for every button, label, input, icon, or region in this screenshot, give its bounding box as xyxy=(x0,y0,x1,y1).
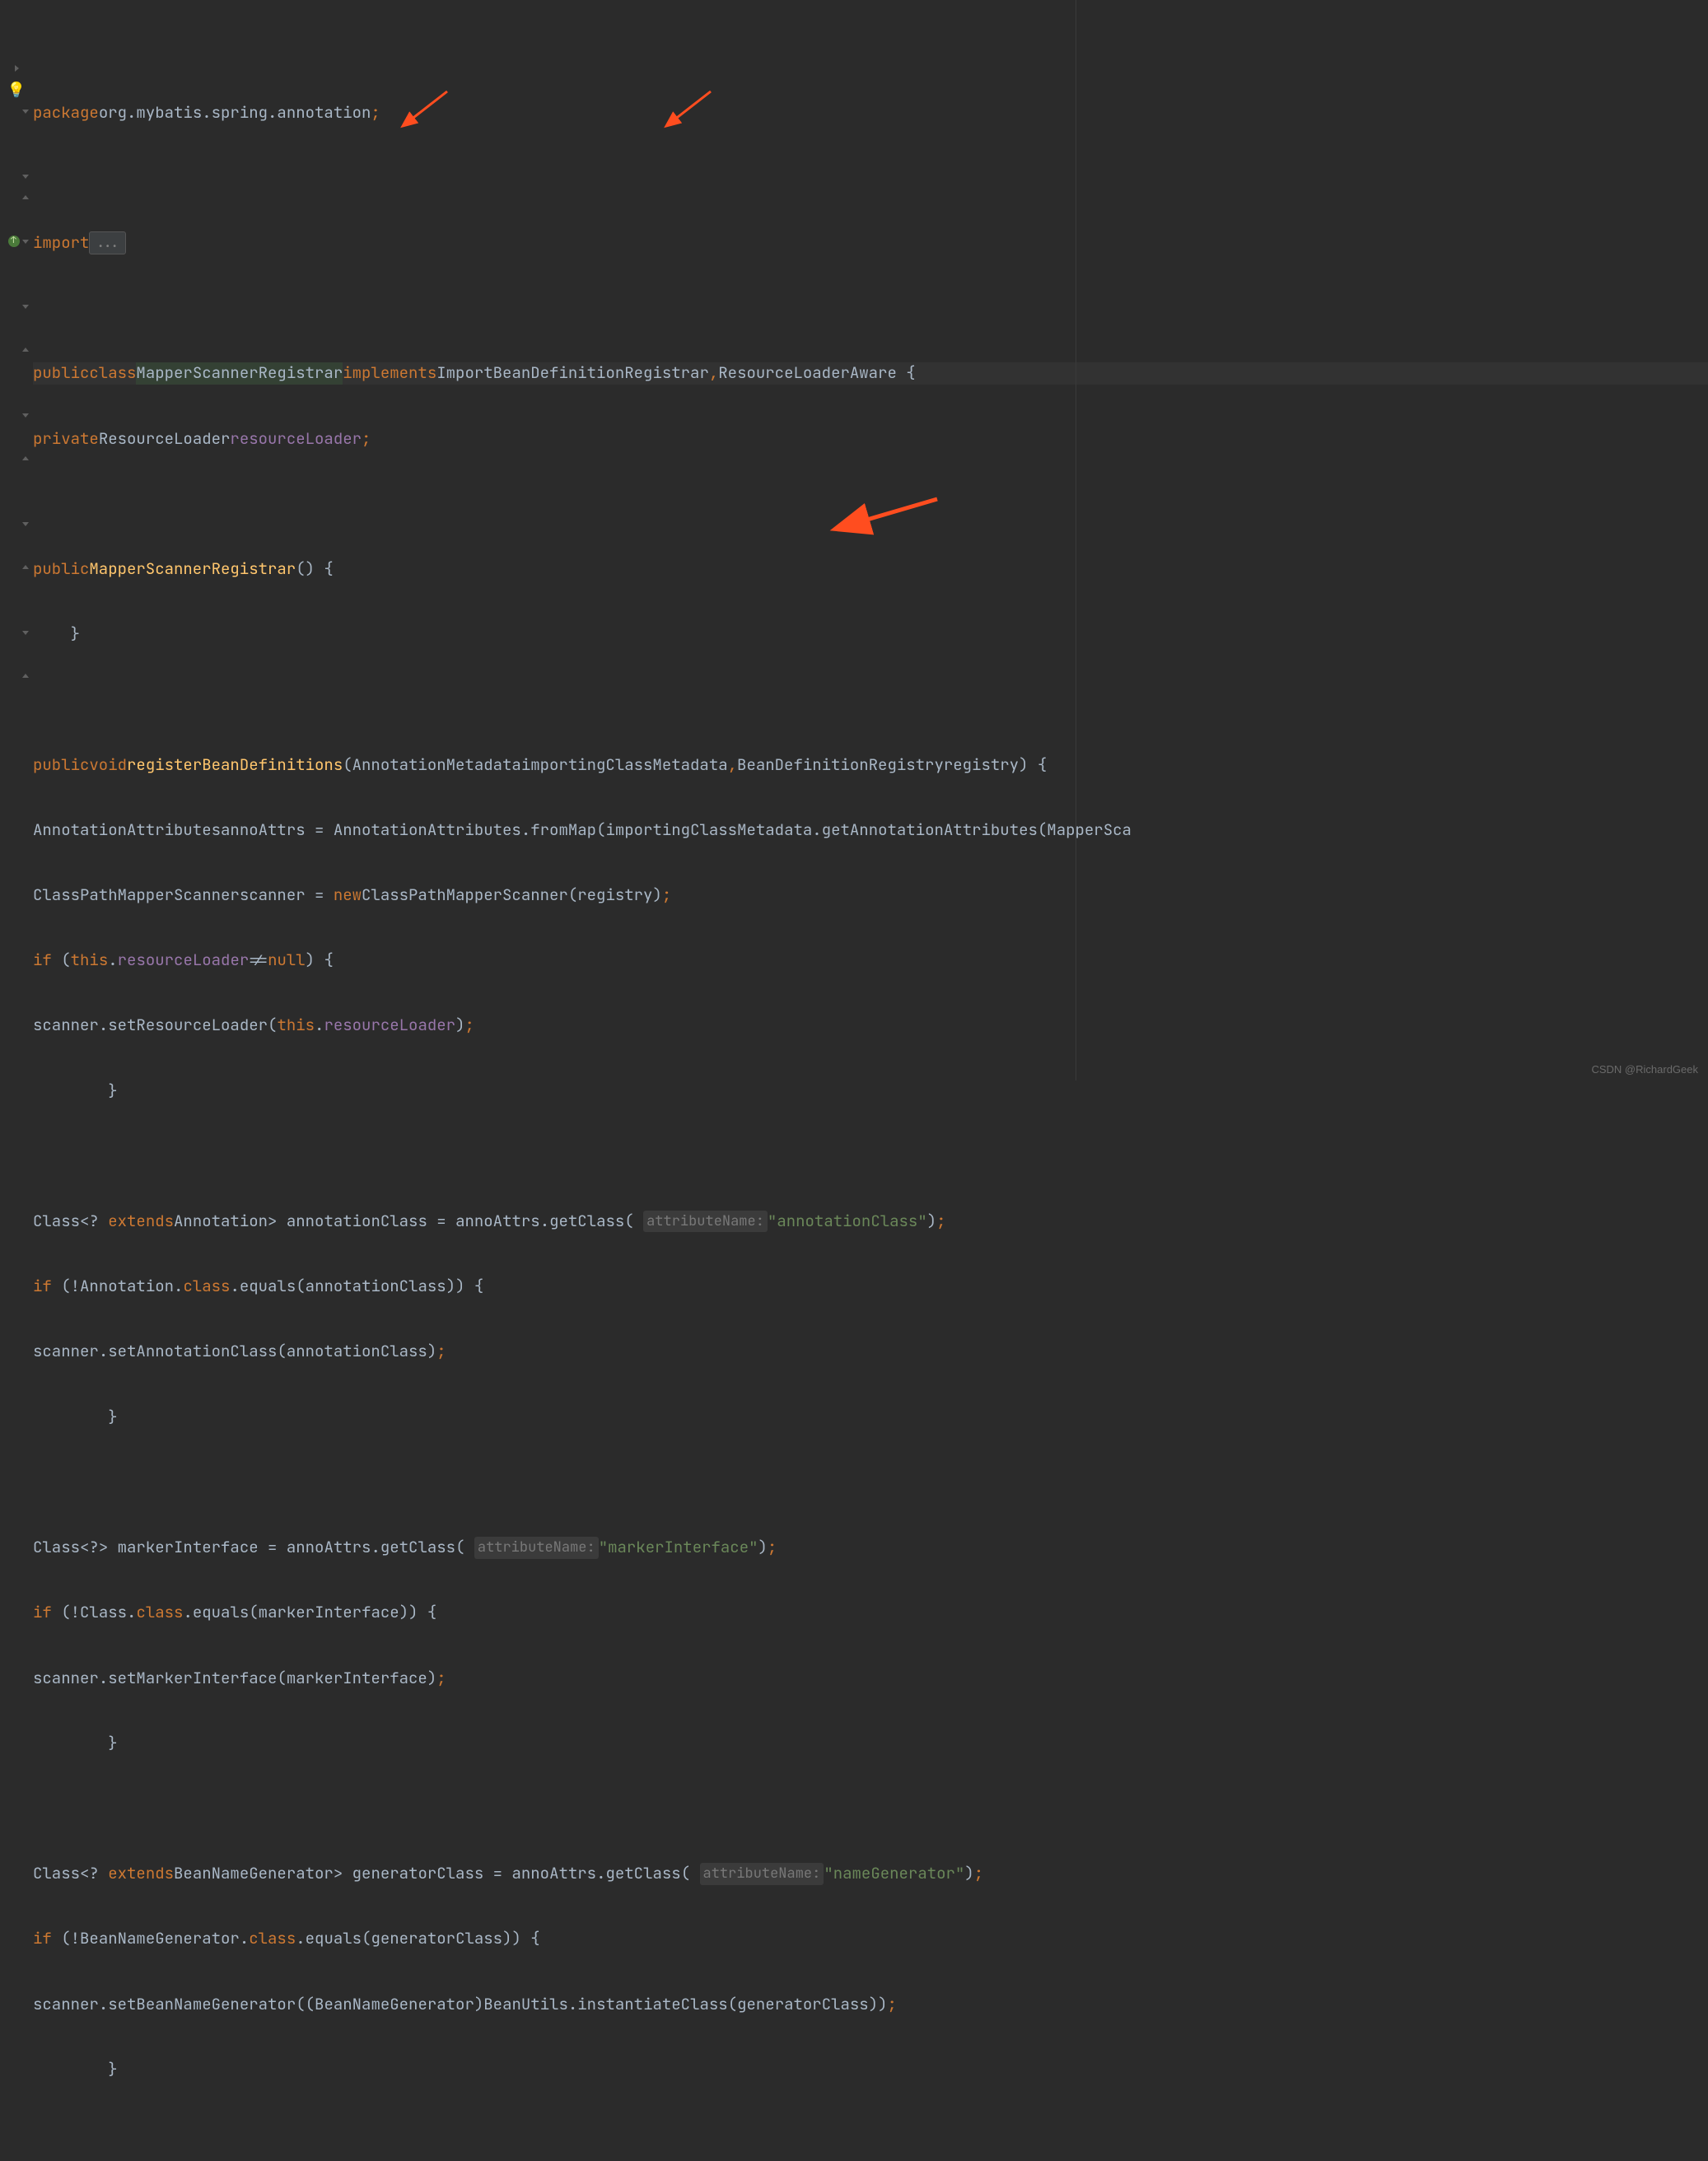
code-line[interactable]: if (!Annotation.class.equals(annotationC… xyxy=(33,1276,1708,1297)
constructor-name: MapperScannerRegistrar xyxy=(89,558,296,580)
keyword-new: new xyxy=(334,884,362,906)
code-line[interactable]: if (!Class.class.equals(markerInterface)… xyxy=(33,1602,1708,1623)
code-line[interactable]: } xyxy=(33,1733,1708,1754)
code-line[interactable]: if (this.resourceLoader != null) { xyxy=(33,950,1708,971)
keyword-implements: implements xyxy=(343,362,436,384)
method-registerbeandefinitions: registerBeanDefinitions xyxy=(127,754,343,776)
code-line[interactable]: import ... xyxy=(33,232,1708,254)
fold-end-if3[interactable] xyxy=(0,557,33,578)
code-line[interactable]: } xyxy=(33,623,1708,645)
code-line[interactable]: if (!BeanNameGenerator.class.equals(gene… xyxy=(33,1928,1708,1949)
fold-toggle-method[interactable] xyxy=(0,231,33,252)
code-line[interactable]: scanner.setMarkerInterface(markerInterfa… xyxy=(33,1668,1708,1689)
code-area[interactable]: package org.mybatis.spring.annotation; i… xyxy=(33,0,1708,1080)
code-line[interactable]: } xyxy=(33,2059,1708,2080)
fold-toggle-if3[interactable] xyxy=(0,513,33,534)
gutter: 💡 xyxy=(0,0,33,1080)
keyword-import: import xyxy=(33,232,89,254)
keyword-class: class xyxy=(89,362,136,384)
code-editor[interactable]: 💡 package org.mybatis.spring.annotation;… xyxy=(0,0,1708,1080)
fold-toggle-ctor[interactable] xyxy=(0,166,33,187)
keyword-package: package xyxy=(33,102,99,124)
keyword-if: if xyxy=(33,950,52,971)
fold-toggle-if4[interactable] xyxy=(0,622,33,643)
code-line[interactable]: public void registerBeanDefinitions(Anno… xyxy=(33,754,1708,776)
code-line[interactable]: AnnotationAttributes annoAttrs = Annotat… xyxy=(33,819,1708,841)
type-resourceloader: ResourceLoader xyxy=(99,428,231,450)
annotation-arrow-3 xyxy=(799,471,945,562)
parameter-hint: attributeName: xyxy=(474,1537,599,1558)
code-line[interactable]: } xyxy=(33,1080,1708,1102)
code-line[interactable]: ClassPathMapperScanner scanner = new Cla… xyxy=(33,884,1708,906)
code-line[interactable]: } xyxy=(33,1407,1708,1428)
code-line[interactable]: private ResourceLoader resourceLoader; xyxy=(33,428,1708,450)
fold-toggle-if2[interactable] xyxy=(0,404,33,426)
field-resourceloader: resourceLoader xyxy=(230,428,362,450)
code-line[interactable]: scanner.setResourceLoader(this.resourceL… xyxy=(33,1015,1708,1036)
parameter-hint: attributeName: xyxy=(700,1863,824,1884)
fold-toggle-class[interactable] xyxy=(0,100,33,122)
code-line[interactable]: Class<?> markerInterface = annoAttrs.get… xyxy=(33,1537,1708,1558)
code-line[interactable]: Class<? extends Annotation> annotationCl… xyxy=(33,1211,1708,1232)
keyword-private: private xyxy=(33,428,99,450)
package-name: org.mybatis.spring.annotation xyxy=(99,102,371,124)
fold-end-if1[interactable] xyxy=(0,339,33,361)
keyword-public: public xyxy=(33,362,89,384)
code-line[interactable]: Class<? extends BeanNameGenerator> gener… xyxy=(33,1863,1708,1884)
parameter-hint: attributeName: xyxy=(643,1211,768,1232)
fold-end-if2[interactable] xyxy=(0,448,33,469)
intention-bulb-icon[interactable]: 💡 xyxy=(0,79,33,100)
interface-2: ResourceLoaderAware xyxy=(718,362,897,384)
class-name: MapperScannerRegistrar xyxy=(136,362,343,384)
fold-end-if4[interactable] xyxy=(0,665,33,687)
fold-toggle-import[interactable] xyxy=(0,58,33,79)
code-line[interactable]: public MapperScannerRegistrar() { xyxy=(33,558,1708,580)
code-line[interactable]: package org.mybatis.spring.annotation; xyxy=(33,102,1708,124)
code-line[interactable]: scanner.setBeanNameGenerator((BeanNameGe… xyxy=(33,1994,1708,2015)
interface-1: ImportBeanDefinitionRegistrar xyxy=(436,362,709,384)
code-line[interactable]: scanner.setAnnotationClass(annotationCla… xyxy=(33,1341,1708,1362)
class-declaration-line[interactable]: public class MapperScannerRegistrar impl… xyxy=(33,362,1708,384)
keyword-void: void xyxy=(89,754,127,776)
fold-toggle-if1[interactable] xyxy=(0,296,33,317)
folded-imports[interactable]: ... xyxy=(89,231,126,254)
fold-end-ctor[interactable] xyxy=(0,187,33,208)
watermark-text: CSDN @RichardGeek xyxy=(1591,1063,1698,1076)
